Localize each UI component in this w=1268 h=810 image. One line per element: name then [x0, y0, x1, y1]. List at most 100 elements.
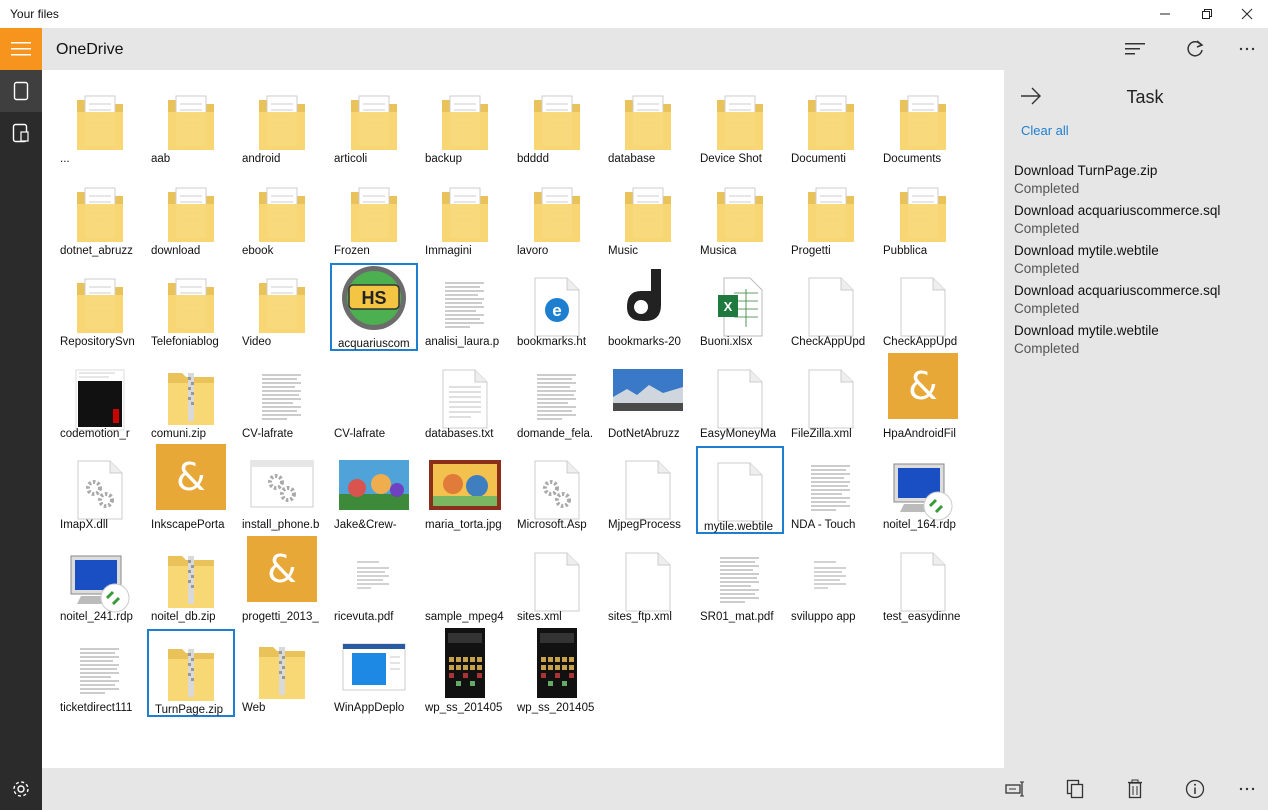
file-tile[interactable]: Documenti	[787, 80, 875, 168]
file-tile[interactable]: Frozen	[330, 172, 418, 260]
file-tile[interactable]: download	[147, 172, 235, 260]
sort-button[interactable]	[1114, 28, 1156, 70]
rename-icon	[1005, 781, 1024, 797]
file-tile[interactable]: FileZilla.xml	[787, 355, 875, 443]
more-options-button[interactable]	[1226, 28, 1268, 70]
file-icon	[806, 552, 856, 617]
file-tile[interactable]: bdddd	[513, 80, 601, 168]
file-tile[interactable]: Progetti	[787, 172, 875, 260]
sd-card-button[interactable]	[0, 112, 42, 154]
refresh-button[interactable]	[1174, 28, 1216, 70]
file-tile[interactable]: sample_mpeg4	[421, 538, 509, 626]
folder-icon	[623, 186, 673, 249]
settings-button[interactable]	[0, 768, 42, 810]
file-tile[interactable]: DotNetAbruzz	[604, 355, 692, 443]
file-tile[interactable]: e bookmarks.ht	[513, 263, 601, 351]
file-tile[interactable]: mytile.webtile	[696, 446, 784, 534]
file-tile[interactable]: HS acquariuscom	[330, 263, 418, 351]
file-icon: &	[247, 536, 317, 607]
file-label: InkscapePorta	[151, 519, 225, 531]
file-tile[interactable]: ImapX.dll	[56, 446, 144, 534]
file-tile[interactable]: Pubblica	[879, 172, 967, 260]
file-tile[interactable]: NDA - Touch	[787, 446, 875, 534]
file-tile[interactable]: domande_fela.	[513, 355, 601, 443]
file-tile[interactable]: Documents	[879, 80, 967, 168]
file-tile[interactable]: Microsoft.Asp	[513, 446, 601, 534]
info-button[interactable]	[1174, 768, 1216, 810]
file-tile[interactable]: sviluppo app	[787, 538, 875, 626]
file-tile[interactable]: SR01_mat.pdf	[696, 538, 784, 626]
file-icon	[536, 627, 578, 704]
file-label: Documenti	[791, 153, 846, 165]
file-tile[interactable]: database	[604, 80, 692, 168]
file-tile[interactable]: sites.xml	[513, 538, 601, 626]
file-label: noitel_db.zip	[151, 611, 216, 623]
file-tile[interactable]: CV-lafrate	[330, 355, 418, 443]
file-tile[interactable]: articoli	[330, 80, 418, 168]
file-tile[interactable]: sites_ftp.xml	[604, 538, 692, 626]
file-tile[interactable]: noitel_164.rdp	[879, 446, 967, 534]
file-tile[interactable]: Video	[238, 263, 326, 351]
file-tile[interactable]: Telefoniablog	[147, 263, 235, 351]
file-tile[interactable]: ebook	[238, 172, 326, 260]
file-tile[interactable]: wp_ss_201405	[513, 627, 601, 717]
file-tile[interactable]: backup	[421, 80, 509, 168]
folder-icon	[715, 186, 765, 249]
file-tile[interactable]: codemotion_r	[56, 355, 144, 443]
file-tile[interactable]: Music	[604, 172, 692, 260]
hamburger-menu-button[interactable]	[0, 28, 42, 70]
file-tile[interactable]: ricevuta.pdf	[330, 538, 418, 626]
file-tile[interactable]: MjpegProcess	[604, 446, 692, 534]
file-tile[interactable]: android	[238, 80, 326, 168]
navigation-rail	[0, 28, 42, 810]
close-button[interactable]	[1224, 0, 1268, 28]
file-tile[interactable]: dotnet_abruzz	[56, 172, 144, 260]
file-tile[interactable]: Immagini	[421, 172, 509, 260]
zip-folder-icon	[257, 643, 307, 706]
file-tile[interactable]: X Buoni.xlsx	[696, 263, 784, 351]
file-tile[interactable]: Web	[238, 629, 326, 717]
file-label: comuni.zip	[151, 428, 206, 440]
file-tile[interactable]: bookmarks-20	[604, 263, 692, 351]
copy-button[interactable]	[1054, 768, 1096, 810]
file-tile[interactable]: & InkscapePorta	[147, 444, 235, 534]
file-tile[interactable]: lavoro	[513, 172, 601, 260]
file-tile[interactable]: Device Shot	[696, 80, 784, 168]
file-tile[interactable]: CV-lafrate	[238, 355, 326, 443]
file-tile[interactable]: Musica	[696, 172, 784, 260]
file-tile[interactable]: Jake&Crew-	[330, 446, 418, 534]
file-label: Device Shot	[700, 153, 763, 165]
file-tile[interactable]: & HpaAndroidFil	[879, 353, 967, 443]
file-tile[interactable]: & progetti_2013_	[238, 536, 326, 626]
file-tile[interactable]: maria_torta.jpg	[421, 446, 509, 534]
delete-button[interactable]	[1114, 768, 1156, 810]
file-tile[interactable]: comuni.zip	[147, 355, 235, 443]
file-tile[interactable]: wp_ss_201405	[421, 627, 509, 717]
file-tile[interactable]: ticketdirect111	[56, 629, 144, 717]
file-icon	[444, 627, 486, 704]
file-tile[interactable]: EasyMoneyMa	[696, 355, 784, 443]
svg-text:&: &	[908, 364, 938, 408]
file-tile[interactable]: noitel_241.rdp	[56, 538, 144, 626]
more-commands-button[interactable]	[1226, 768, 1268, 810]
file-tile[interactable]: test_easydinne	[879, 538, 967, 626]
file-tile[interactable]: ...	[56, 80, 144, 168]
folder-icon	[532, 186, 582, 249]
task-item: Download mytile.webtile Completed	[1014, 242, 1264, 278]
file-tile[interactable]: CheckAppUpd	[787, 263, 875, 351]
file-tile[interactable]: noitel_db.zip	[147, 538, 235, 626]
file-label: domande_fela.	[517, 428, 594, 440]
file-tile[interactable]: WinAppDeplo	[330, 629, 418, 717]
clear-all-link[interactable]: Clear all	[1021, 123, 1069, 138]
rename-button[interactable]	[994, 768, 1036, 810]
file-tile[interactable]: CheckAppUpd	[879, 263, 967, 351]
file-tile[interactable]: install_phone.b	[238, 446, 326, 534]
device-files-button[interactable]	[0, 70, 42, 112]
file-tile[interactable]: RepositorySvn	[56, 263, 144, 351]
file-label: download	[151, 245, 201, 257]
file-tile[interactable]: databases.txt	[421, 355, 509, 443]
file-tile[interactable]: aab	[147, 80, 235, 168]
file-tile[interactable]: TurnPage.zip	[147, 629, 235, 717]
minimize-button[interactable]	[1142, 0, 1188, 28]
file-tile[interactable]: analisi_laura.p	[421, 263, 509, 351]
